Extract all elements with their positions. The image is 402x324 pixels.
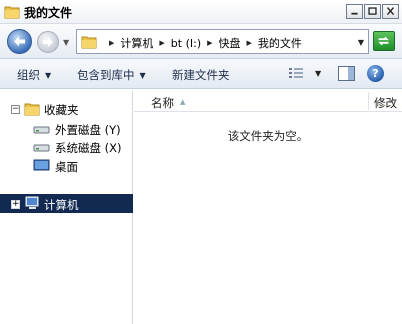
system-disk-label: 系统磁盘 (X) [55, 141, 122, 155]
favorites-label: 收藏夹 [44, 103, 79, 117]
include-in-library-button[interactable]: 包含到库中 ▼ [77, 67, 146, 83]
close-icon [386, 7, 395, 15]
tree-item-favorites[interactable]: − 收藏夹 [0, 99, 133, 118]
organize-label: 组织 [17, 68, 40, 82]
organize-button[interactable]: 组织 ▼ [17, 67, 51, 83]
refresh-button[interactable] [373, 31, 395, 51]
column-divider[interactable] [368, 92, 369, 110]
title-bar: 我的文件 [0, 0, 402, 24]
forward-arrow-icon [43, 37, 53, 47]
folder-icon [4, 6, 20, 19]
breadcrumb-kuaipan[interactable]: 快盘 [219, 35, 241, 51]
file-list-pane: 名称 ▲ 修改 该文件夹为空。 [134, 90, 402, 324]
address-bar[interactable]: ▶ 计算机 ▶ bt (I:) ▶ 快盘 ▶ 我的文件 ▼ [76, 29, 369, 54]
preview-pane-button[interactable] [338, 66, 355, 81]
minimize-button[interactable] [346, 4, 363, 19]
recent-pages-dropdown-icon[interactable]: ▼ [63, 38, 69, 47]
preview-pane-icon [348, 67, 354, 80]
drive-icon [33, 126, 50, 134]
breadcrumb: ▶ 计算机 ▶ bt (I:) ▶ 快盘 ▶ 我的文件 [103, 35, 302, 51]
back-arrow-icon [14, 36, 25, 47]
folder-icon [81, 36, 97, 49]
desktop-label: 桌面 [55, 160, 78, 174]
back-button[interactable] [7, 29, 32, 54]
external-disk-label: 外置磁盘 (Y) [55, 123, 121, 137]
breadcrumb-computer[interactable]: 计算机 [120, 35, 153, 51]
help-button[interactable]: ? [367, 65, 384, 82]
help-icon: ? [372, 67, 379, 80]
collapse-icon[interactable]: − [11, 105, 20, 114]
column-name[interactable]: 名称 [151, 95, 174, 111]
empty-folder-message: 该文件夹为空。 [227, 129, 309, 143]
maximize-icon [368, 7, 377, 15]
breadcrumb-separator-icon[interactable]: ▶ [247, 39, 252, 47]
refresh-icon [378, 36, 389, 46]
chevron-down-icon: ▼ [45, 71, 52, 80]
navigation-pane: − 收藏夹 外置磁盘 (Y) 系统磁盘 (X) 桌面 + 计算机 [0, 90, 133, 324]
window-controls [345, 4, 399, 19]
view-dropdown-icon[interactable]: ▼ [315, 69, 321, 78]
breadcrumb-separator-icon[interactable]: ▶ [207, 39, 212, 47]
tree-item-desktop[interactable]: 桌面 [0, 156, 133, 175]
forward-button[interactable] [37, 31, 59, 53]
include-in-library-label: 包含到库中 [77, 68, 135, 82]
expand-icon[interactable]: + [11, 200, 20, 209]
computer-icon [25, 196, 39, 209]
sort-ascending-icon: ▲ [180, 98, 186, 106]
breadcrumb-separator-icon[interactable]: ▶ [109, 39, 114, 47]
tree-item-external-disk[interactable]: 外置磁盘 (Y) [0, 119, 133, 138]
tree-item-computer[interactable]: + 计算机 [0, 194, 133, 213]
column-modified[interactable]: 修改 [374, 95, 397, 111]
drive-icon [33, 144, 50, 152]
address-history-dropdown-icon[interactable]: ▼ [358, 38, 364, 47]
breadcrumb-drive[interactable]: bt (I:) [171, 37, 201, 50]
command-bar: 组织 ▼ 包含到库中 ▼ 新建文件夹 ▼ ? [0, 59, 402, 89]
desktop-icon [33, 159, 50, 171]
new-folder-label: 新建文件夹 [172, 68, 230, 82]
favorites-star-folder-icon [24, 103, 40, 116]
address-row: ▼ ▶ 计算机 ▶ bt (I:) ▶ 快盘 ▶ 我的文件 ▼ [0, 24, 402, 59]
computer-label: 计算机 [44, 198, 79, 212]
close-button[interactable] [382, 4, 399, 19]
minimize-icon [351, 12, 358, 15]
breadcrumb-separator-icon[interactable]: ▶ [159, 39, 164, 47]
maximize-button[interactable] [364, 4, 381, 19]
column-header: 名称 ▲ 修改 [134, 90, 402, 112]
new-folder-button[interactable]: 新建文件夹 [172, 67, 230, 83]
view-options-icon[interactable] [288, 67, 304, 80]
window-title: 我的文件 [24, 6, 73, 20]
breadcrumb-my-files[interactable]: 我的文件 [258, 35, 302, 51]
chevron-down-icon: ▼ [139, 71, 146, 80]
tree-item-system-disk[interactable]: 系统磁盘 (X) [0, 137, 133, 156]
